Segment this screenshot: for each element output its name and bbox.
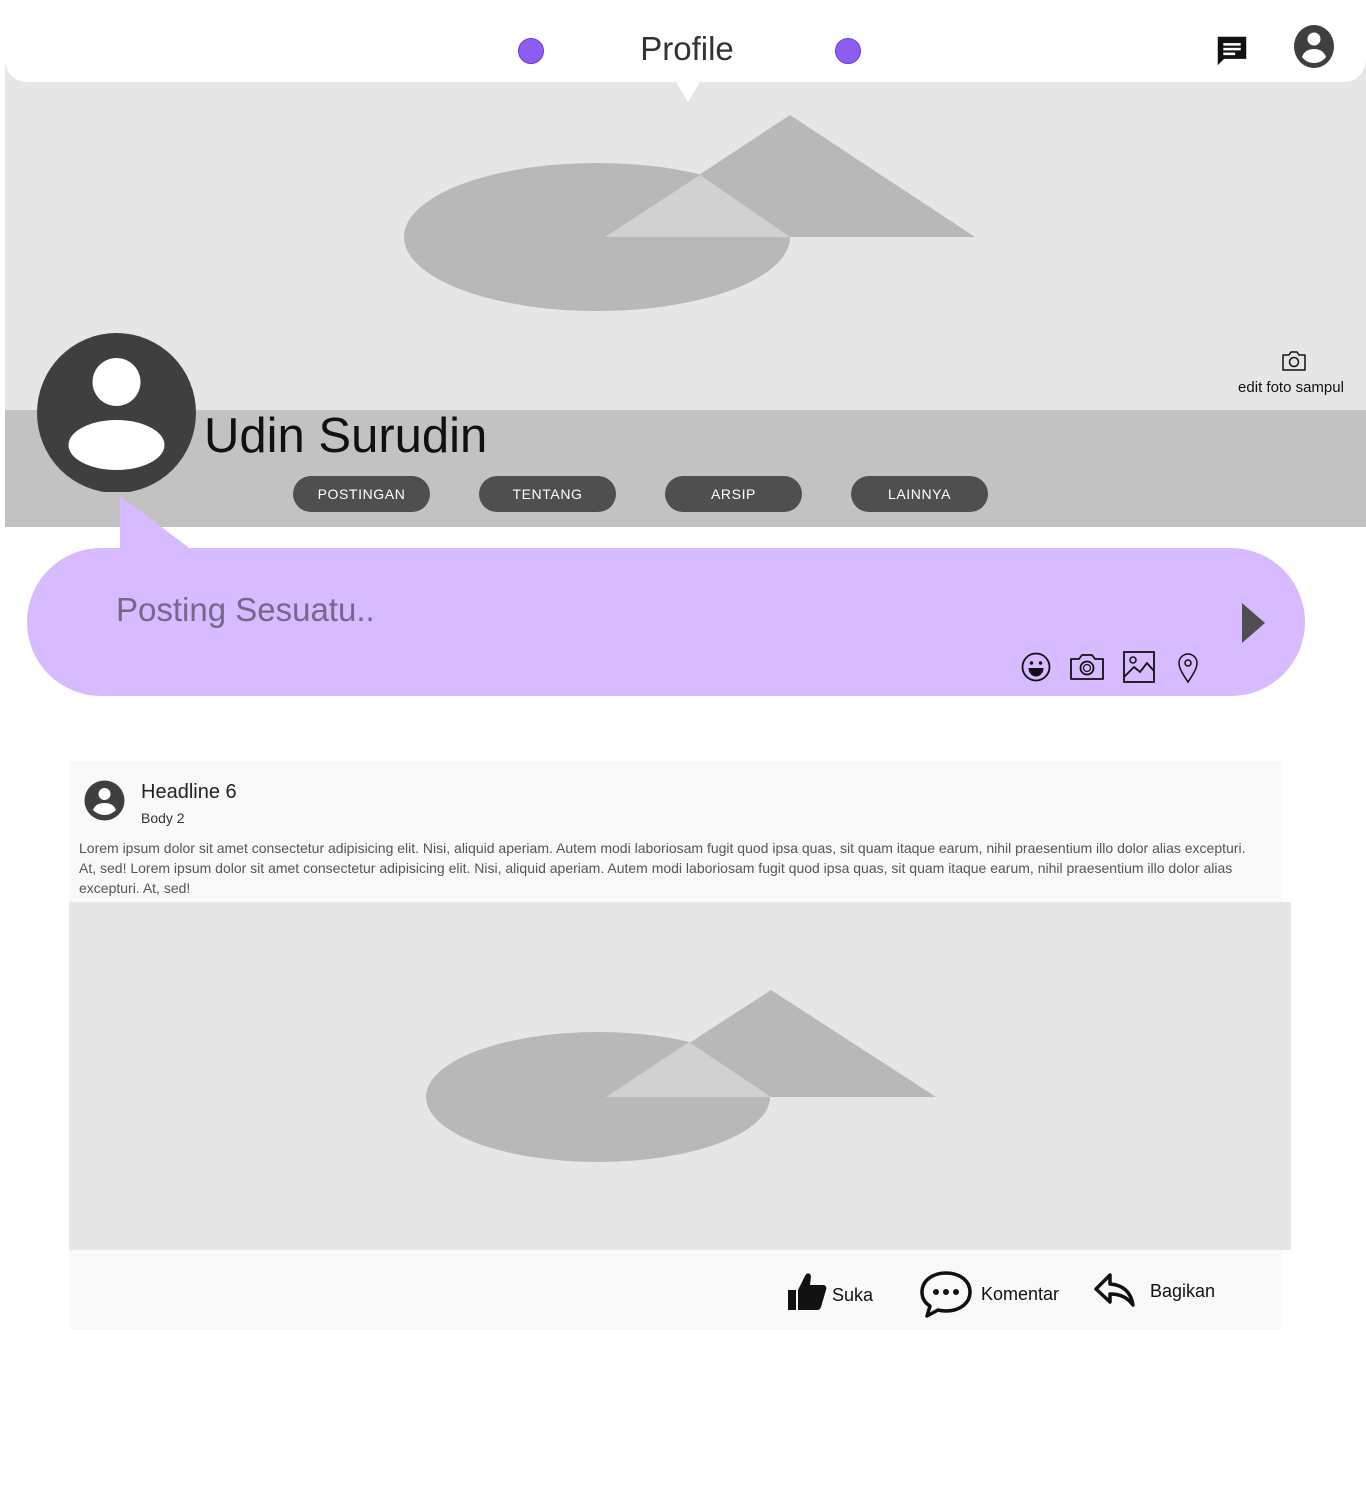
post-headline: Headline 6 — [141, 781, 237, 803]
post-author-avatar[interactable] — [84, 780, 125, 821]
right-accent-dot — [835, 38, 861, 64]
left-accent-dot — [518, 38, 544, 64]
account-icon[interactable] — [1293, 24, 1335, 69]
camera-icon[interactable] — [1069, 649, 1105, 685]
tab-postingan[interactable]: POSTINGAN — [293, 476, 430, 512]
profile-name: Udin Surudin — [204, 409, 488, 463]
tab-tentang[interactable]: TENTANG — [479, 476, 616, 512]
tab-arsip[interactable]: ARSIP — [665, 476, 802, 512]
post-image[interactable] — [69, 902, 1291, 1250]
page-title: Profile — [640, 30, 734, 67]
share-button[interactable]: Bagikan — [1150, 1281, 1215, 1302]
post-body-text: Lorem ipsum dolor sit amet consectetur a… — [79, 840, 1246, 896]
send-icon[interactable] — [1241, 603, 1265, 643]
emoji-icon[interactable] — [1018, 649, 1054, 685]
post-placeholder-image — [426, 990, 936, 1162]
profile-avatar[interactable] — [37, 333, 196, 493]
post-subtitle: Body 2 — [141, 810, 185, 826]
image-icon[interactable] — [1121, 649, 1157, 685]
like-button[interactable]: Suka — [832, 1285, 873, 1306]
header-pointer — [676, 82, 700, 102]
comment-icon[interactable] — [919, 1270, 973, 1318]
edit-cover-link[interactable]: edit foto sampul — [1224, 379, 1358, 396]
composer-tail — [120, 496, 200, 556]
chat-icon[interactable] — [1213, 32, 1251, 70]
comment-button[interactable]: Komentar — [981, 1284, 1059, 1305]
composer-input[interactable]: Posting Sesuatu.. — [116, 591, 375, 629]
location-icon[interactable] — [1170, 649, 1206, 685]
like-icon[interactable] — [787, 1270, 827, 1312]
tab-lainnya[interactable]: LAINNYA — [851, 476, 988, 512]
camera-icon[interactable] — [1281, 350, 1307, 372]
share-icon[interactable] — [1093, 1272, 1137, 1308]
